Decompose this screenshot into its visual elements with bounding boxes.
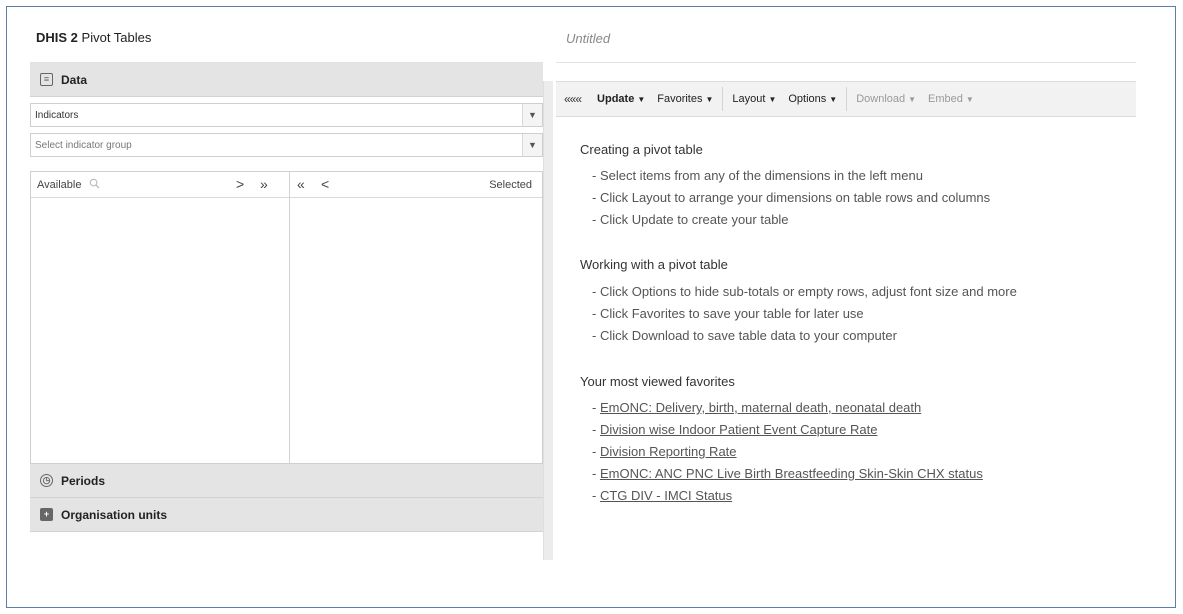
indicators-combo-value: Indicators [35,109,79,121]
deselect-one-arrow[interactable]: < [321,176,329,192]
indicators-combobox[interactable]: Indicators ▼ [30,103,543,127]
available-label: Available [37,179,82,191]
app-title-bold: DHIS 2 [36,30,78,45]
periods-section-label: Periods [61,473,106,488]
list-dash: - [592,422,600,437]
selected-label: Selected [489,179,532,191]
favorite-item: - Division wise Indoor Patient Event Cap… [592,422,877,437]
list-dash: - [592,444,600,459]
favorite-link[interactable]: EmONC: ANC PNC Live Birth Breastfeeding … [600,466,983,481]
favorites-button[interactable]: Favorites ▼ [651,93,719,105]
toolbar: ««« Update ▼ Favorites ▼ Layout ▼ Options ▼ … [556,81,1136,117]
caret-down-icon: ▼ [829,95,838,104]
data-section-header[interactable]: ≡ Data [30,63,543,97]
favorite-item: - Division Reporting Rate [592,444,737,459]
data-table-icon: ≡ [40,73,53,86]
list-dash: - [592,488,600,503]
collapse-panel-button[interactable]: ««« [556,92,591,106]
data-section-label: Data [61,72,88,87]
help-item: - Click Layout to arrange your dimension… [592,190,991,205]
app-title-rest: Pivot Tables [81,30,152,45]
toolbar-separator [722,87,724,111]
toolbar-separator [846,87,848,111]
select-one-arrow[interactable]: > [236,176,244,192]
help-item: - Select items from any of the dimension… [592,168,923,183]
favorites-label: Favorites [657,93,703,105]
help-item: - Click Options to hide sub-totals or em… [592,284,1017,299]
org-units-section-header[interactable]: + Organisation units [30,498,543,532]
options-label: Options [788,93,827,105]
left-panel: DHIS 2 Pivot Tables ≡ Data Indicators ▼ … [30,18,553,560]
deselect-all-arrow[interactable]: « [297,176,305,192]
caret-down-icon: ▼ [768,95,777,104]
favorite-link[interactable]: Division wise Indoor Patient Event Captu… [600,422,877,437]
options-button[interactable]: Options ▼ [782,93,843,105]
update-button[interactable]: Update ▼ [591,93,651,105]
favorite-link[interactable]: CTG DIV - IMCI Status [600,488,732,503]
help-item: - Click Favorites to save your table for… [592,306,864,321]
search-icon[interactable] [89,178,100,189]
right-panel: Untitled ««« Update ▼ Favorites ▼ Layout ▼ … [556,18,1136,538]
caret-down-icon: ▼ [637,95,646,104]
favorites-heading: Your most viewed favorites [580,374,735,389]
select-all-arrow[interactable]: » [260,176,268,192]
download-label: Download [856,93,906,105]
creating-heading: Creating a pivot table [580,142,703,157]
indicator-group-placeholder: Select indicator group [35,139,132,151]
help-item: - Click Update to create your table [592,212,789,227]
update-label: Update [597,93,635,105]
periods-section-header[interactable]: ◷ Periods [30,464,543,498]
working-heading: Working with a pivot table [580,257,728,272]
org-units-section-label: Organisation units [61,507,168,522]
report-title: Untitled [566,31,611,46]
favorite-link[interactable]: EmONC: Delivery, birth, maternal death, … [600,400,921,415]
help-item: - Click Download to save table data to y… [592,328,897,343]
indicator-group-combobox[interactable]: Select indicator group ▼ [30,133,543,157]
panel-scrollbar[interactable] [543,81,553,560]
list-divider [289,172,290,465]
app-title: DHIS 2 Pivot Tables [36,30,151,45]
embed-label: Embed [928,93,963,105]
chevron-down-icon[interactable]: ▼ [522,104,542,126]
clock-icon: ◷ [40,474,53,487]
download-button[interactable]: Download ▼ [850,93,922,105]
dimension-selector: Available > » « < Selected [30,171,543,465]
layout-label: Layout [732,93,766,105]
caret-down-icon: ▼ [908,95,917,104]
org-unit-icon: + [40,508,53,521]
list-dash: - [592,466,600,481]
caret-down-icon: ▼ [705,95,714,104]
embed-button[interactable]: Embed ▼ [922,93,980,105]
list-header-separator [31,197,542,198]
chevron-down-icon[interactable]: ▼ [522,134,542,156]
title-separator [556,62,1136,63]
favorite-item: - CTG DIV - IMCI Status [592,488,732,503]
layout-button[interactable]: Layout ▼ [726,93,782,105]
list-dash: - [592,400,600,415]
favorite-item: - EmONC: Delivery, birth, maternal death… [592,400,921,415]
favorite-item: - EmONC: ANC PNC Live Birth Breastfeedin… [592,466,983,481]
favorite-link[interactable]: Division Reporting Rate [600,444,737,459]
caret-down-icon: ▼ [965,95,974,104]
